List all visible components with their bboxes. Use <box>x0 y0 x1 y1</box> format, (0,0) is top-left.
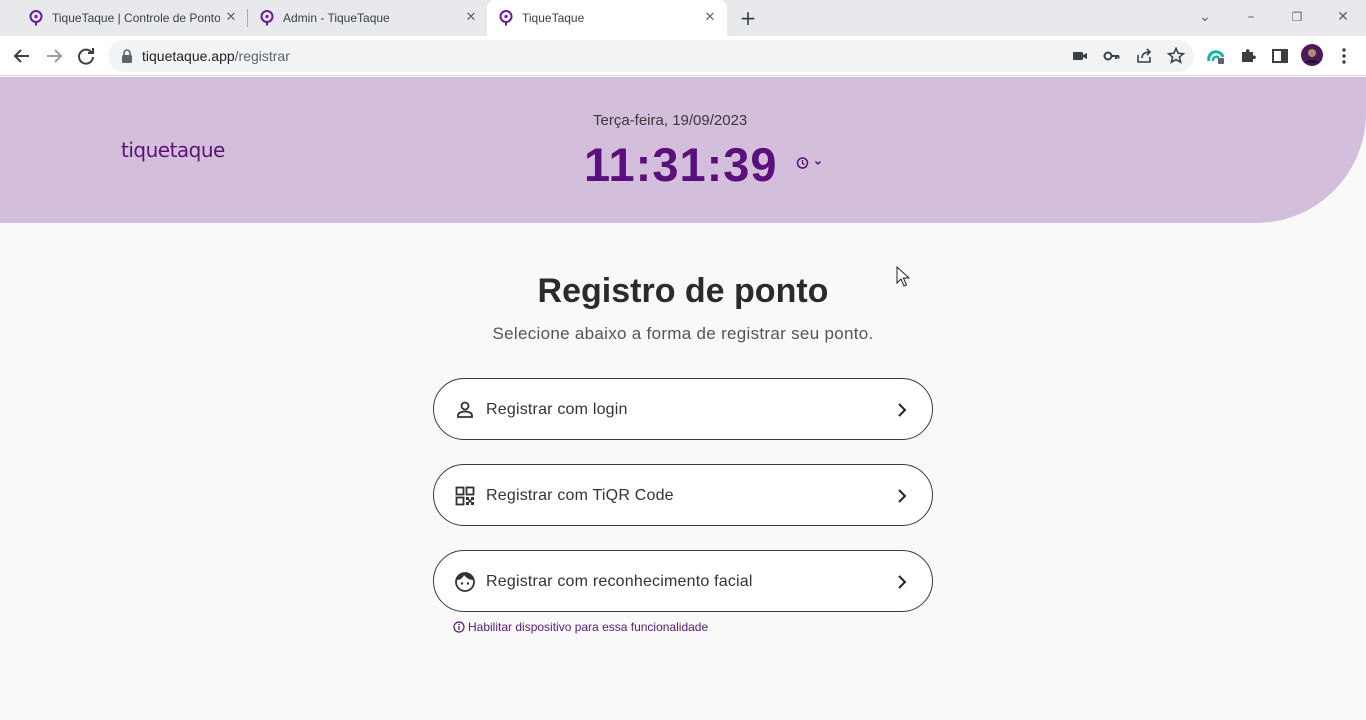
chevron-right-icon <box>898 403 907 417</box>
tiquetaque-favicon-icon <box>260 10 274 26</box>
camera-icon[interactable] <box>1070 46 1090 66</box>
tab-search-chevron-icon[interactable]: ⌄ <box>1193 6 1217 28</box>
url-domain: tiquetaque.app <box>142 48 235 64</box>
sidepanel-icon[interactable] <box>1270 46 1290 66</box>
new-tab-button[interactable]: + <box>737 7 759 29</box>
url-path: /registrar <box>234 48 290 64</box>
clock-dropdown-icon[interactable] <box>796 156 826 170</box>
star-icon[interactable] <box>1166 46 1186 66</box>
restore-button[interactable]: ❐ <box>1285 6 1309 28</box>
mouse-cursor-icon <box>896 266 910 287</box>
tab-close-icon[interactable]: ✕ <box>701 9 719 27</box>
qr-code-icon <box>455 486 475 506</box>
option-label: Registrar com login <box>486 401 628 418</box>
tiquetaque-favicon-icon <box>29 10 43 26</box>
extension-grammar-icon[interactable] <box>1206 46 1226 66</box>
profile-avatar[interactable] <box>1301 44 1323 66</box>
browser-tab-strip: TiqueTaque | Controle de Ponto C ✕ Admin… <box>0 0 1366 36</box>
share-icon[interactable] <box>1134 46 1154 66</box>
page-subtitle: Selecione abaixo a forma de registrar se… <box>492 324 874 343</box>
option-label: Registrar com reconhecimento facial <box>486 573 753 590</box>
register-facial-recognition-button[interactable]: Registrar com reconhecimento facial <box>433 550 933 612</box>
forward-arrow-icon[interactable] <box>42 44 66 68</box>
face-icon <box>455 572 475 592</box>
kebab-menu-icon[interactable] <box>1334 46 1354 66</box>
chevron-right-icon <box>898 575 907 589</box>
clock-header: tiquetaque Terça-feira, 19/09/2023 11:31… <box>0 77 1366 223</box>
tab-title: TiqueTaque | Controle de Ponto C <box>52 11 220 25</box>
minimize-button[interactable]: – <box>1239 6 1263 28</box>
hint-text: Habilitar dispositivo para essa funciona… <box>468 620 709 634</box>
tiquetaque-favicon-icon <box>499 10 513 26</box>
chevron-right-icon <box>898 489 907 503</box>
puzzle-icon[interactable] <box>1238 46 1258 66</box>
tab-close-icon[interactable]: ✕ <box>222 9 240 27</box>
url-text[interactable]: tiquetaque.app/registrar <box>142 48 290 64</box>
current-time: 11:31:39 <box>584 138 778 191</box>
info-icon <box>453 621 465 633</box>
tab-title: TiqueTaque <box>522 11 585 25</box>
key-icon[interactable] <box>1102 46 1122 66</box>
window-close-button[interactable]: ✕ <box>1331 6 1355 28</box>
tab-admin[interactable]: Admin - TiqueTaque ✕ <box>248 0 486 36</box>
tab-tiquetaque-controle[interactable]: TiqueTaque | Controle de Ponto C ✕ <box>8 0 246 36</box>
tab-tiquetaque-active[interactable]: TiqueTaque ✕ <box>487 0 727 36</box>
register-login-button[interactable]: Registrar com login <box>433 378 933 440</box>
tab-title: Admin - TiqueTaque <box>283 11 390 25</box>
reload-icon[interactable] <box>74 44 98 68</box>
lock-icon[interactable] <box>120 48 134 64</box>
browser-toolbar: tiquetaque.app/registrar <box>0 36 1366 76</box>
option-label: Registrar com TiQR Code <box>486 487 674 504</box>
tiquetaque-logo: tiquetaque <box>121 138 225 162</box>
current-date: Terça-feira, 19/09/2023 <box>593 112 748 129</box>
page-title: Registro de ponto <box>537 272 829 310</box>
address-bar[interactable]: tiquetaque.app/registrar <box>108 40 1194 72</box>
register-qr-code-button[interactable]: Registrar com TiQR Code <box>433 464 933 526</box>
back-arrow-icon[interactable] <box>10 44 34 68</box>
tab-close-icon[interactable]: ✕ <box>462 9 480 27</box>
person-icon <box>457 401 473 418</box>
